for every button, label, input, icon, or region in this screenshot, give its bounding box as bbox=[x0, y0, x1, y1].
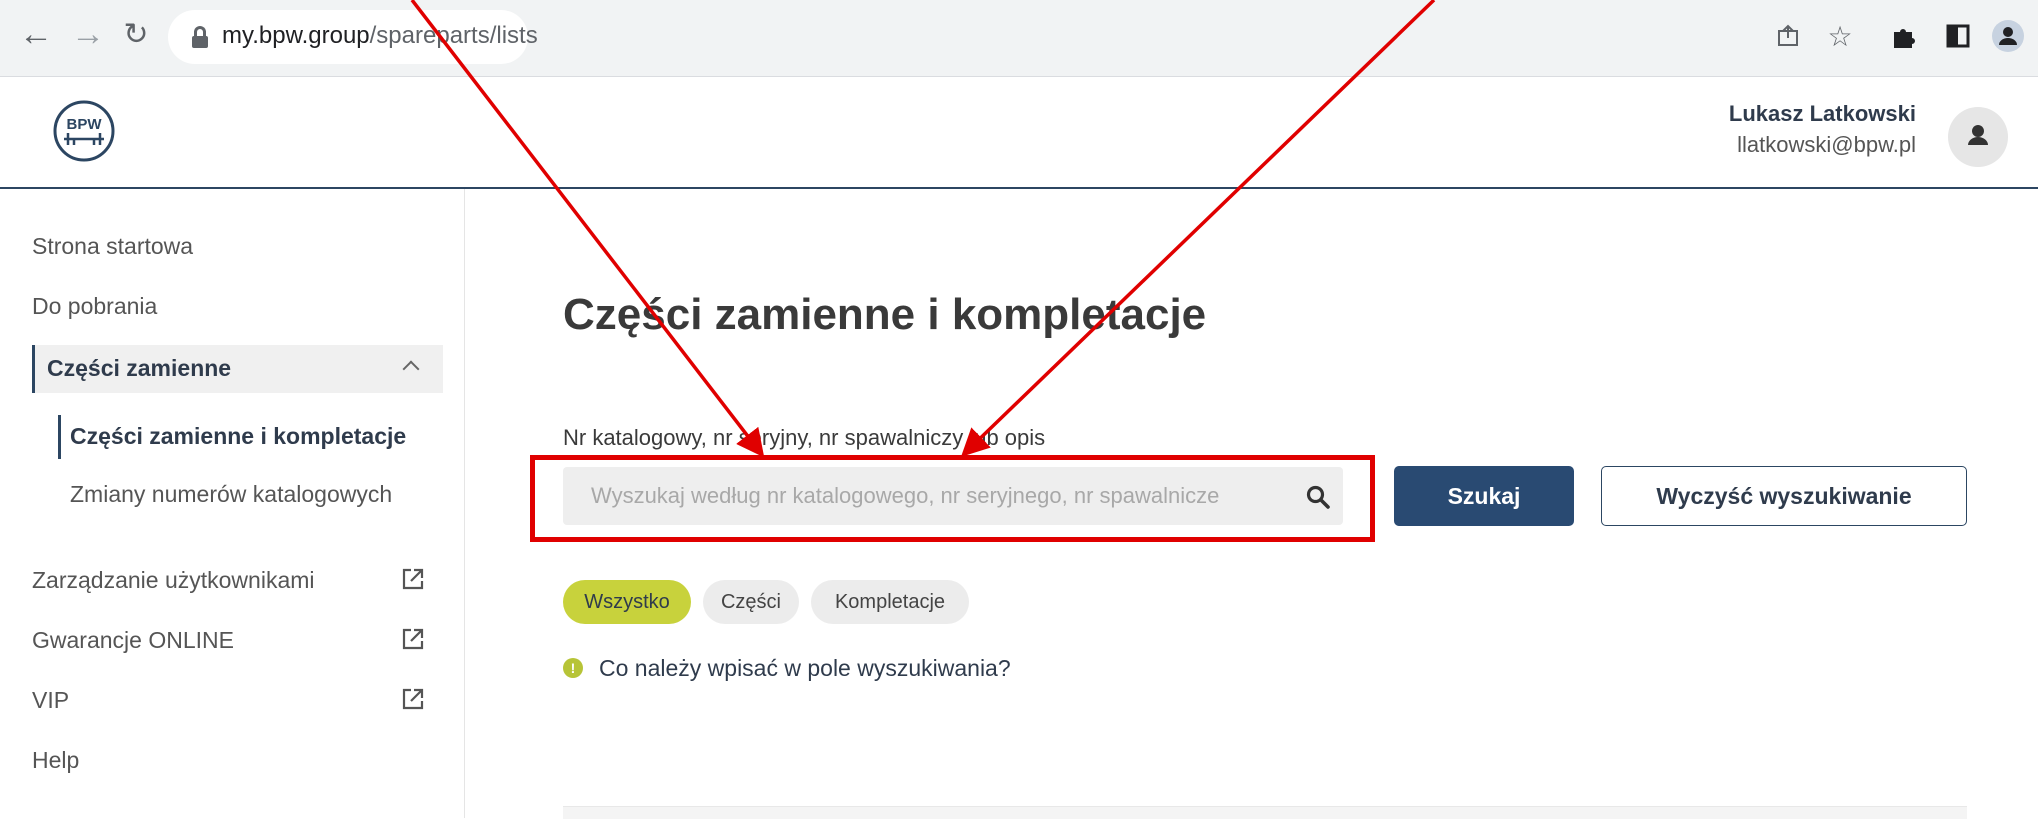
sidebar: Strona startowa Do pobrania Części zamie… bbox=[0, 189, 465, 818]
external-link-icon[interactable] bbox=[400, 626, 426, 652]
sidepanel-icon[interactable] bbox=[1936, 14, 1980, 58]
results-panel bbox=[563, 806, 1967, 819]
sidebar-item-label: Części zamienne bbox=[47, 355, 232, 381]
chevron-up-icon[interactable] bbox=[402, 360, 420, 378]
sidebar-item-help[interactable]: Help bbox=[32, 747, 79, 774]
sidebar-item-catalog-number-changes[interactable]: Zmiany numerów katalogowych bbox=[70, 481, 392, 508]
forward-icon[interactable]: → bbox=[66, 12, 110, 56]
bpw-logo[interactable]: BPW bbox=[52, 99, 116, 163]
avatar[interactable] bbox=[1948, 107, 2008, 167]
svg-text:BPW: BPW bbox=[67, 116, 103, 133]
lock-icon bbox=[192, 26, 208, 48]
help-link-text: Co należy wpisać w pole wyszukiwania? bbox=[599, 654, 1011, 681]
star-icon[interactable]: ☆ bbox=[1818, 14, 1862, 58]
app-header: BPW Lukasz Latkowski llatkowski@bpw.pl bbox=[0, 77, 2038, 189]
user-name: Lukasz Latkowski bbox=[1728, 101, 1916, 126]
sidebar-item-warranty-online[interactable]: Gwarancje ONLINE bbox=[32, 627, 234, 654]
info-icon: ! bbox=[563, 658, 583, 678]
sidebar-item-spare-parts[interactable]: Części zamienne bbox=[32, 345, 443, 393]
search-help-link[interactable]: ! Co należy wpisać w pole wyszukiwania? bbox=[563, 653, 1011, 683]
filter-chip-parts[interactable]: Części bbox=[703, 580, 799, 624]
external-link-icon[interactable] bbox=[400, 686, 426, 712]
back-icon[interactable]: ← bbox=[14, 12, 58, 56]
share-icon[interactable] bbox=[1766, 14, 1810, 58]
page-title: Części zamienne i kompletacje bbox=[563, 290, 1207, 339]
sidebar-item-user-management[interactable]: Zarządzanie użytkownikami bbox=[32, 567, 315, 594]
clear-search-button[interactable]: Wyczyść wyszukiwanie bbox=[1601, 466, 1967, 526]
reload-icon[interactable]: ↻ bbox=[114, 12, 158, 56]
external-link-icon[interactable] bbox=[400, 566, 426, 592]
user-icon bbox=[1968, 125, 1988, 145]
search-label: Nr katalogowy, nr seryjny, nr spawalnicz… bbox=[563, 425, 1046, 450]
extensions-icon[interactable] bbox=[1882, 14, 1926, 58]
browser-toolbar: ← → ↻ my.bpw.group/spareparts/lists ☆ bbox=[0, 0, 2038, 77]
user-email: llatkowski@bpw.pl bbox=[1737, 132, 1916, 157]
url-text[interactable]: my.bpw.group/spareparts/lists bbox=[222, 22, 538, 50]
filter-chip-all[interactable]: Wszystko bbox=[563, 580, 691, 624]
sidebar-item-downloads[interactable]: Do pobrania bbox=[32, 293, 157, 320]
sidebar-item-parts-and-kits[interactable]: Części zamienne i kompletacje bbox=[70, 423, 406, 450]
annotation-highlight-box bbox=[530, 455, 1375, 542]
sidebar-item-vip[interactable]: VIP bbox=[32, 687, 69, 714]
search-button[interactable]: Szukaj bbox=[1394, 466, 1574, 526]
active-indicator bbox=[58, 415, 61, 459]
sidebar-item-home[interactable]: Strona startowa bbox=[32, 233, 193, 260]
filter-chip-kits[interactable]: Kompletacje bbox=[811, 580, 969, 624]
profile-icon[interactable] bbox=[1986, 14, 2030, 58]
user-info[interactable]: Lukasz Latkowski llatkowski@bpw.pl bbox=[1729, 99, 1916, 161]
